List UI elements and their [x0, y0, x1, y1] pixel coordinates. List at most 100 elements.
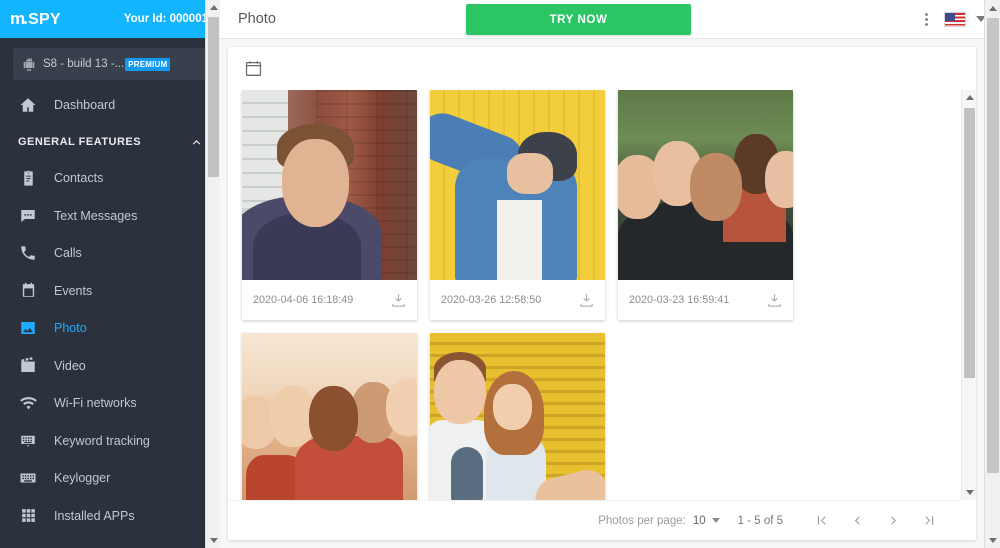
scroll-down-icon[interactable]	[985, 532, 1000, 548]
sidebar-item-label: Events	[54, 283, 93, 298]
top-bar: Photo TRY NOW	[220, 0, 1000, 39]
photo-panel: 2020-04-06 16:18:49 2020-03-26 12:58:50	[228, 47, 976, 540]
photo-card[interactable]: 2020-03-23 16:59:41	[618, 90, 793, 320]
photo-thumbnail[interactable]	[430, 333, 605, 500]
sidebar-item-dashboard[interactable]: Dashboard	[0, 86, 220, 124]
logo-spy: SPY	[28, 11, 61, 28]
keyboard-icon	[18, 468, 38, 488]
user-id-label: Your Id: 000001	[123, 13, 208, 25]
sidebar-scroll-thumb[interactable]	[208, 17, 219, 177]
device-selector[interactable]: S8 - build 13 -... PREMIUM	[13, 48, 207, 80]
sidebar-item-wifi-networks[interactable]: Wi-Fi networks	[0, 385, 220, 423]
more-vertical-icon[interactable]	[918, 10, 934, 28]
sidebar-item-label: Wi-Fi networks	[54, 396, 137, 411]
page-range-label: 1 - 5 of 5	[737, 514, 783, 527]
video-icon	[18, 356, 38, 376]
per-page-label: Photos per page:	[598, 514, 686, 527]
sidebar-item-calls[interactable]: Calls	[0, 235, 220, 273]
sidebar-item-label: Keyword tracking	[54, 433, 150, 448]
logo-dot	[24, 21, 28, 24]
photo-grid-scroll-area: 2020-04-06 16:18:49 2020-03-26 12:58:50	[228, 90, 976, 500]
panel-toolbar	[228, 47, 976, 90]
photo-timestamp: 2020-03-26 12:58:50	[441, 294, 542, 306]
photo-card[interactable]	[430, 333, 605, 500]
phone-icon	[18, 243, 38, 263]
wifi-icon	[18, 393, 38, 413]
sidebar-group-label: GENERAL FEATURES	[18, 135, 142, 148]
premium-badge: PREMIUM	[125, 57, 171, 71]
prev-page-button[interactable]	[839, 505, 875, 537]
photo-thumbnail[interactable]	[430, 90, 605, 280]
sidebar-item-contacts[interactable]: Contacts	[0, 160, 220, 198]
logo-m: m	[10, 9, 25, 28]
top-bar-actions	[918, 10, 986, 28]
sidebar-item-keyword-tracking[interactable]: Keyword tracking	[0, 422, 220, 460]
sidebar-item-text-messages[interactable]: Text Messages	[0, 197, 220, 235]
mspy-logo[interactable]: m SPY	[10, 9, 61, 29]
sidebar: m SPY Your Id: 000001 S8 - build 13 -...…	[0, 0, 220, 548]
sidebar-item-installed-apps[interactable]: Installed APPs	[0, 497, 220, 535]
window-scroll-thumb[interactable]	[987, 18, 999, 473]
sidebar-item-label: Contacts	[54, 171, 104, 186]
scroll-up-icon[interactable]	[985, 0, 1000, 16]
keyboard-tracking-icon	[18, 431, 38, 451]
scroll-down-icon[interactable]	[206, 533, 220, 548]
photo-thumbnail[interactable]	[618, 90, 793, 280]
brand-bar: m SPY Your Id: 000001	[0, 0, 220, 38]
next-page-button[interactable]	[875, 505, 911, 537]
sidebar-group-general-features[interactable]: GENERAL FEATURES	[0, 124, 220, 160]
download-icon[interactable]	[578, 292, 595, 309]
mspy-dashboard: m SPY Your Id: 000001 S8 - build 13 -...…	[0, 0, 1000, 548]
photo-card[interactable]: 2020-03-23 16:59:41	[242, 333, 417, 500]
sidebar-item-label: Keylogger	[54, 471, 111, 486]
sidebar-item-label: Video	[54, 358, 86, 373]
message-icon	[18, 206, 38, 226]
apps-grid-icon	[18, 506, 38, 526]
first-page-button[interactable]	[803, 505, 839, 537]
sidebar-item-video[interactable]: Video	[0, 347, 220, 385]
photo-timestamp: 2020-04-06 16:18:49	[253, 294, 354, 306]
paginator: Photos per page: 10 1 - 5 of 5	[228, 500, 961, 540]
photo-card[interactable]: 2020-04-06 16:18:49	[242, 90, 417, 320]
calendar-icon	[18, 281, 38, 301]
photo-thumbnail[interactable]	[242, 333, 417, 500]
window-scrollbar[interactable]	[984, 0, 1000, 548]
photo-thumbnail[interactable]	[242, 90, 417, 280]
per-page-value: 10	[692, 514, 706, 527]
sidebar-item-keylogger[interactable]: Keylogger	[0, 460, 220, 498]
calendar-icon[interactable]	[244, 59, 263, 78]
photo-card[interactable]: 2020-03-26 12:58:50	[430, 90, 605, 320]
home-icon	[18, 95, 38, 115]
sidebar-item-label: Dashboard	[54, 97, 116, 112]
contacts-icon	[18, 168, 38, 188]
try-now-button[interactable]: TRY NOW	[466, 4, 691, 35]
scroll-down-icon[interactable]	[962, 485, 976, 500]
sidebar-item-label: Installed APPs	[54, 508, 135, 523]
sidebar-item-events[interactable]: Events	[0, 272, 220, 310]
scroll-up-icon[interactable]	[206, 0, 220, 15]
sidebar-item-photo[interactable]: Photo	[0, 310, 220, 348]
sidebar-item-label: Calls	[54, 246, 82, 261]
sidebar-scrollbar[interactable]	[205, 0, 220, 548]
download-icon[interactable]	[390, 292, 407, 309]
download-icon[interactable]	[766, 292, 783, 309]
sidebar-item-label: Text Messages	[54, 208, 138, 223]
last-page-button[interactable]	[911, 505, 947, 537]
photo-icon	[18, 318, 38, 338]
photo-grid-scroll-thumb[interactable]	[964, 108, 975, 378]
photo-grid: 2020-04-06 16:18:49 2020-03-26 12:58:50	[228, 90, 976, 500]
per-page-select[interactable]: 10	[693, 515, 720, 527]
photo-timestamp: 2020-03-23 16:59:41	[629, 294, 730, 306]
us-flag-icon[interactable]	[944, 11, 966, 27]
photo-meta: 2020-03-23 16:59:41	[618, 280, 793, 320]
sidebar-item-label: Photo	[54, 321, 87, 336]
photo-meta: 2020-03-26 12:58:50	[430, 280, 605, 320]
photo-grid-scrollbar[interactable]	[961, 90, 976, 500]
chevron-up-icon	[190, 136, 202, 148]
chevron-down-icon	[711, 518, 720, 523]
sidebar-nav: Dashboard GENERAL FEATURES Contacts Text…	[0, 86, 220, 535]
android-icon	[21, 56, 37, 72]
photo-meta: 2020-04-06 16:18:49	[242, 280, 417, 320]
main-content: Photo TRY NOW 2020-04-06 16:18:49 2020-0…	[220, 0, 1000, 548]
scroll-up-icon[interactable]	[962, 90, 976, 105]
